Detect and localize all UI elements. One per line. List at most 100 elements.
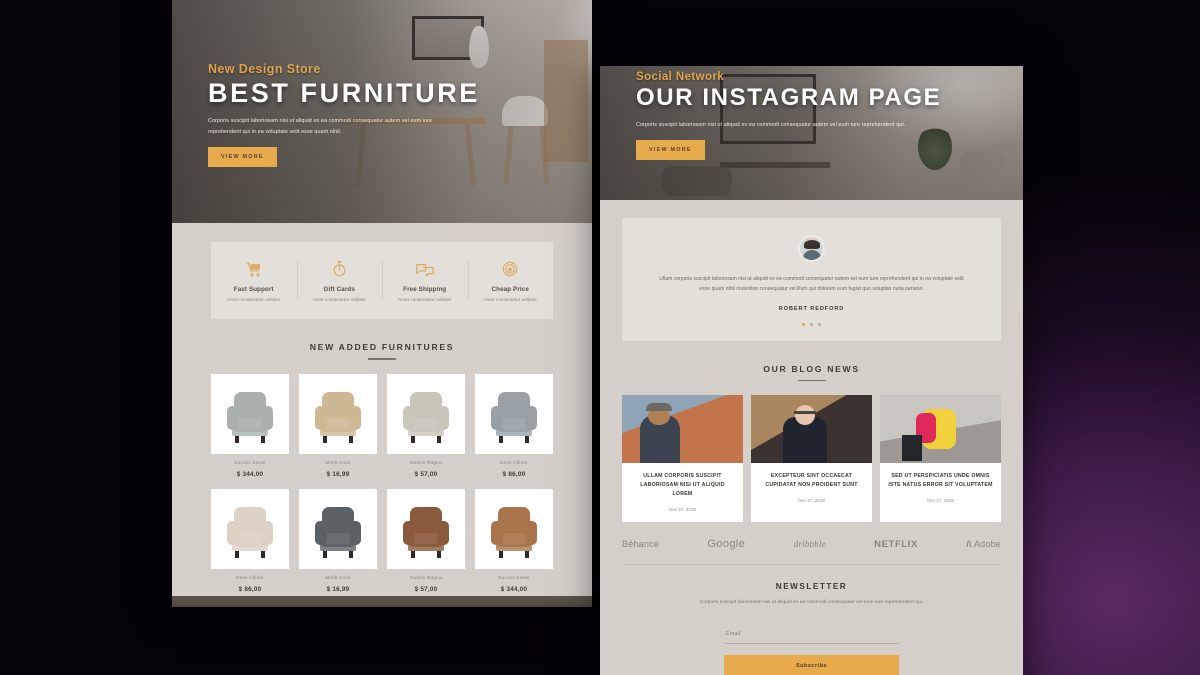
- armchair-image: [315, 391, 361, 443]
- subscribe-button[interactable]: Subscribe: [724, 655, 899, 675]
- feature-item-free-shipping[interactable]: Free Shipping Amet consectetur velitser: [382, 258, 468, 302]
- feature-title: Cheap Price: [491, 286, 529, 293]
- blog-date: Dec 27, 2018: [669, 507, 696, 513]
- feature-item-cheap-price[interactable]: Cheap Price Amet consectetur velitser: [467, 258, 554, 302]
- product-name: Esse Cillum: [500, 460, 528, 466]
- brand-logo-google[interactable]: Google: [707, 538, 745, 550]
- brand-logo-adobe[interactable]: /\ Adobe: [966, 539, 1001, 549]
- email-field[interactable]: [724, 631, 899, 645]
- instagram-main-content: Ullam corporis suscipit laboriosam nisi …: [600, 218, 1023, 675]
- feature-title: Free Shipping: [403, 286, 447, 293]
- armchair-image: [491, 506, 537, 558]
- product-card[interactable]: Dolore Ragna $ 57,00: [387, 488, 465, 593]
- section-divider: [368, 358, 396, 360]
- hero-description: Corporis suscipit laboriosam nisi ut ali…: [208, 118, 433, 135]
- feature-subtitle: Amet consectetur velitser: [226, 297, 281, 302]
- badge-star-icon: [468, 258, 554, 280]
- hero-view-more-button[interactable]: VIEW MORE: [208, 147, 277, 168]
- product-price: $ 57,00: [414, 585, 438, 593]
- product-image: [211, 488, 289, 569]
- product-name: Excour Sante: [234, 460, 266, 466]
- hero-content-furniture: New Design Store BEST FURNITURE Corporis…: [208, 62, 477, 168]
- product-price: $ 344,00: [500, 585, 528, 593]
- product-price: $ 86,00: [502, 470, 526, 478]
- armchair-image: [491, 391, 537, 443]
- armchair-image: [403, 391, 449, 443]
- armchair-image: [403, 506, 449, 558]
- product-price: $ 16,99: [326, 470, 350, 478]
- blog-title: EXCEPTEUR SINT OCCAECAT CUPIDATAT NON PR…: [765, 473, 858, 489]
- blog-image: [622, 395, 743, 463]
- products-section-title: NEW ADDED FURNITURES: [309, 342, 455, 352]
- product-card[interactable]: Mollit Anim $ 16,99: [299, 488, 377, 593]
- carousel-dot[interactable]: [802, 322, 805, 326]
- blog-card[interactable]: EXCEPTEUR SINT OCCAECAT CUPIDATAT NON PR…: [751, 395, 872, 523]
- avatar-glasses-icon: [804, 246, 819, 249]
- newsletter-form: Subscribe: [724, 622, 899, 675]
- hero-view-more-button[interactable]: VIEW MORE: [636, 140, 705, 161]
- blog-section-title: OUR BLOG NEWS: [763, 363, 860, 374]
- testimonial-quote: Ullam corporis suscipit laboriosam nisi …: [659, 276, 964, 293]
- product-name: Mollit Anim: [325, 460, 351, 466]
- hero-title: OUR INSTAGRAM PAGE: [636, 84, 942, 111]
- feature-item-gift-cards[interactable]: Gift Cards Amet consectetur velitser: [296, 258, 383, 302]
- carousel-dots: [656, 322, 967, 326]
- carousel-dot[interactable]: [810, 322, 813, 326]
- brand-logo-dribbble[interactable]: dribbble: [794, 539, 826, 549]
- feature-item-fast-support[interactable]: Fast Support Amet consectetur velitser: [211, 258, 297, 302]
- brand-logos-row: Bēhance Google dribbble NETFLIX /\ Adobe: [622, 538, 1001, 566]
- product-name: Dolore Ragna: [410, 575, 442, 581]
- products-section-header: NEW ADDED FURNITURES: [172, 342, 592, 360]
- product-name: Excour Sante: [498, 575, 530, 581]
- product-price: $ 344,00: [236, 470, 264, 478]
- product-card[interactable]: Mollit Anim $ 16,99: [299, 373, 377, 478]
- blog-image: [751, 395, 872, 463]
- hero-section-furniture: New Design Store BEST FURNITURE Corporis…: [172, 0, 592, 223]
- avatar: [798, 235, 825, 262]
- blog-image: [880, 395, 1001, 463]
- shopping-cart-icon: [211, 258, 297, 280]
- brand-logo-netflix[interactable]: NETFLIX: [874, 539, 918, 550]
- brand-logo-bhance[interactable]: Bēhance: [622, 539, 659, 549]
- product-price: $ 16,99: [326, 585, 350, 593]
- product-card[interactable]: Esse Cillum $ 86,00: [475, 373, 553, 478]
- product-image: [387, 488, 465, 569]
- feature-subtitle: Amet consectetur velitser: [483, 297, 538, 302]
- hero-description: Corporis suscipit laboriosam nisi ut ali…: [636, 121, 906, 128]
- blog-grid: ULLAM CORPORIS SUSCIPIT LABORIOSAM NISI …: [622, 395, 1001, 523]
- blog-body: ULLAM CORPORIS SUSCIPIT LABORIOSAM NISI …: [622, 463, 743, 522]
- product-card[interactable]: Dolore Ragna $ 57,00: [387, 373, 465, 478]
- hero-kicker: Social Network: [636, 71, 725, 83]
- product-image: [299, 373, 377, 454]
- product-name: Mollit Anim: [325, 575, 351, 581]
- testimonial-author: ROBERT REDFORD: [778, 305, 845, 312]
- panel-footer-strip: [172, 596, 592, 607]
- product-card[interactable]: Excour Sante $ 344,00: [211, 373, 289, 478]
- armchair-image: [227, 391, 273, 443]
- carousel-dot[interactable]: [818, 322, 821, 326]
- section-divider: [797, 379, 826, 381]
- product-card[interactable]: Esse Cillum $ 86,00: [211, 488, 289, 593]
- chat-bubbles-icon: [382, 258, 468, 280]
- hero-kicker: New Design Store: [208, 62, 321, 76]
- testimonial-card: Ullam corporis suscipit laboriosam nisi …: [622, 218, 1001, 341]
- stopwatch-icon: [297, 258, 383, 280]
- product-card[interactable]: Excour Sante $ 344,00: [475, 488, 553, 593]
- blog-card[interactable]: ULLAM CORPORIS SUSCIPIT LABORIOSAM NISI …: [622, 395, 743, 523]
- blog-body: SED UT PERSPICIATIS UNDE OMNIS ISTE NATU…: [880, 463, 1001, 513]
- newsletter-section: NEWSLETTER Corporis suscipit laboriosam …: [600, 565, 1023, 675]
- feature-title: Fast Support: [233, 286, 274, 293]
- blog-card[interactable]: SED UT PERSPICIATIS UNDE OMNIS ISTE NATU…: [880, 395, 1001, 523]
- blog-section-header: OUR BLOG NEWS: [600, 363, 1023, 381]
- hero-content-instagram: Social Network OUR INSTAGRAM PAGE Corpor…: [636, 71, 942, 161]
- product-name: Esse Cillum: [236, 575, 264, 581]
- product-image: [475, 488, 553, 569]
- newsletter-title: NEWSLETTER: [775, 582, 848, 592]
- blog-title: ULLAM CORPORIS SUSCIPIT LABORIOSAM NISI …: [640, 473, 725, 498]
- instagram-site-panel: Social Network OUR INSTAGRAM PAGE Corpor…: [600, 66, 1023, 675]
- product-image: [475, 373, 553, 454]
- feature-subtitle: Amet consectetur velitser: [397, 297, 452, 302]
- screenshot-stage: New Design Store BEST FURNITURE Corporis…: [0, 0, 1200, 675]
- blog-date: Dec 27, 2018: [798, 498, 825, 504]
- blog-title: SED UT PERSPICIATIS UNDE OMNIS ISTE NATU…: [888, 473, 993, 489]
